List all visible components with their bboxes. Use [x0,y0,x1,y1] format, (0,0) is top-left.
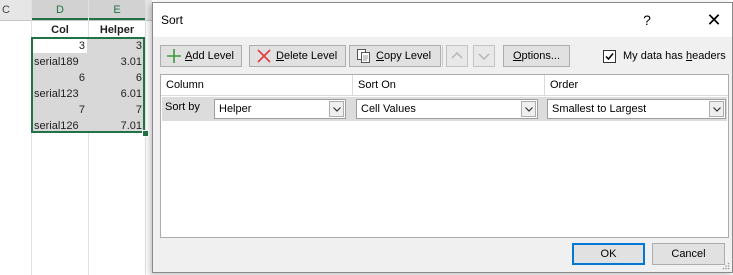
sort-by-label: Sort by [165,101,200,113]
ok-button[interactable]: OK [572,243,645,265]
cell-col[interactable]: 6 [32,70,88,86]
resize-grip-icon[interactable] [722,262,730,270]
copy-level-button[interactable]: Copy Level [349,45,441,67]
column-select-value: Helper [219,103,252,115]
plus-icon [165,47,183,65]
grid-header-sort-on: Sort On [353,75,545,95]
help-button[interactable]: ? [633,9,661,31]
copy-level-label: Copy Level [376,50,432,62]
grid-header-column: Column [161,75,353,95]
dialog-title: Sort [161,13,184,27]
cell-col[interactable]: serial126 [32,118,88,134]
move-down-button[interactable] [473,45,495,67]
fill-handle[interactable] [142,130,149,137]
add-level-button[interactable]: Add Level [160,45,242,67]
arrow-down-icon [474,46,494,66]
toolbar-separator [442,45,443,67]
column-header-d[interactable]: D [32,0,88,20]
chevron-down-icon[interactable] [329,101,344,117]
header-cell-col[interactable]: Col [32,22,88,38]
sort-on-select[interactable]: Cell Values [356,99,538,119]
options-button[interactable]: Options... [503,45,570,67]
column-select[interactable]: Helper [214,99,346,119]
cancel-button[interactable]: Cancel [652,243,725,265]
cell-col[interactable]: serial123 [32,86,88,102]
cell-helper[interactable]: 3.01 [89,54,145,70]
sort-dialog: Sort ? ✕ Add Level Delete Level Copy Lev… [152,2,733,273]
chevron-down-icon[interactable] [709,101,724,117]
column-header-c[interactable]: C [0,0,30,20]
order-select-value: Smallest to Largest [552,103,647,115]
arrow-up-icon [447,46,467,66]
has-headers-label[interactable]: My data has headers [623,50,726,62]
add-level-label: Add Level [185,50,234,62]
sort-levels-grid: Column Sort On Order Sort by Helper Cell… [160,74,729,238]
dialog-titlebar[interactable]: Sort ? ✕ [153,3,732,37]
header-cell-helper[interactable]: Helper [89,22,145,38]
grid-line [145,0,146,275]
has-headers-checkbox[interactable] [603,50,616,63]
delete-level-label: Delete Level [276,50,338,62]
cell-helper[interactable]: 3 [89,38,145,54]
chevron-down-icon[interactable] [521,101,536,117]
grid-header: Column Sort On Order [161,75,728,96]
cell-helper[interactable]: 6.01 [89,86,145,102]
grid-header-order: Order [550,79,579,91]
cell-helper[interactable]: 7 [89,102,145,118]
delete-x-icon [255,47,273,65]
cell-col[interactable]: 7 [32,102,88,118]
cell-col[interactable]: 3 [32,38,88,54]
delete-level-button[interactable]: Delete Level [249,45,346,67]
sort-on-select-value: Cell Values [361,103,416,115]
checkmark-icon [605,53,614,61]
move-up-button[interactable] [446,45,468,67]
cell-helper[interactable]: 6 [89,70,145,86]
copy-icon [355,47,373,65]
cell-col[interactable]: serial189 [32,54,88,70]
order-select[interactable]: Smallest to Largest [547,99,726,119]
close-button[interactable]: ✕ [701,9,727,31]
column-header-e[interactable]: E [89,0,145,20]
cell-helper[interactable]: 7.01 [89,118,145,134]
